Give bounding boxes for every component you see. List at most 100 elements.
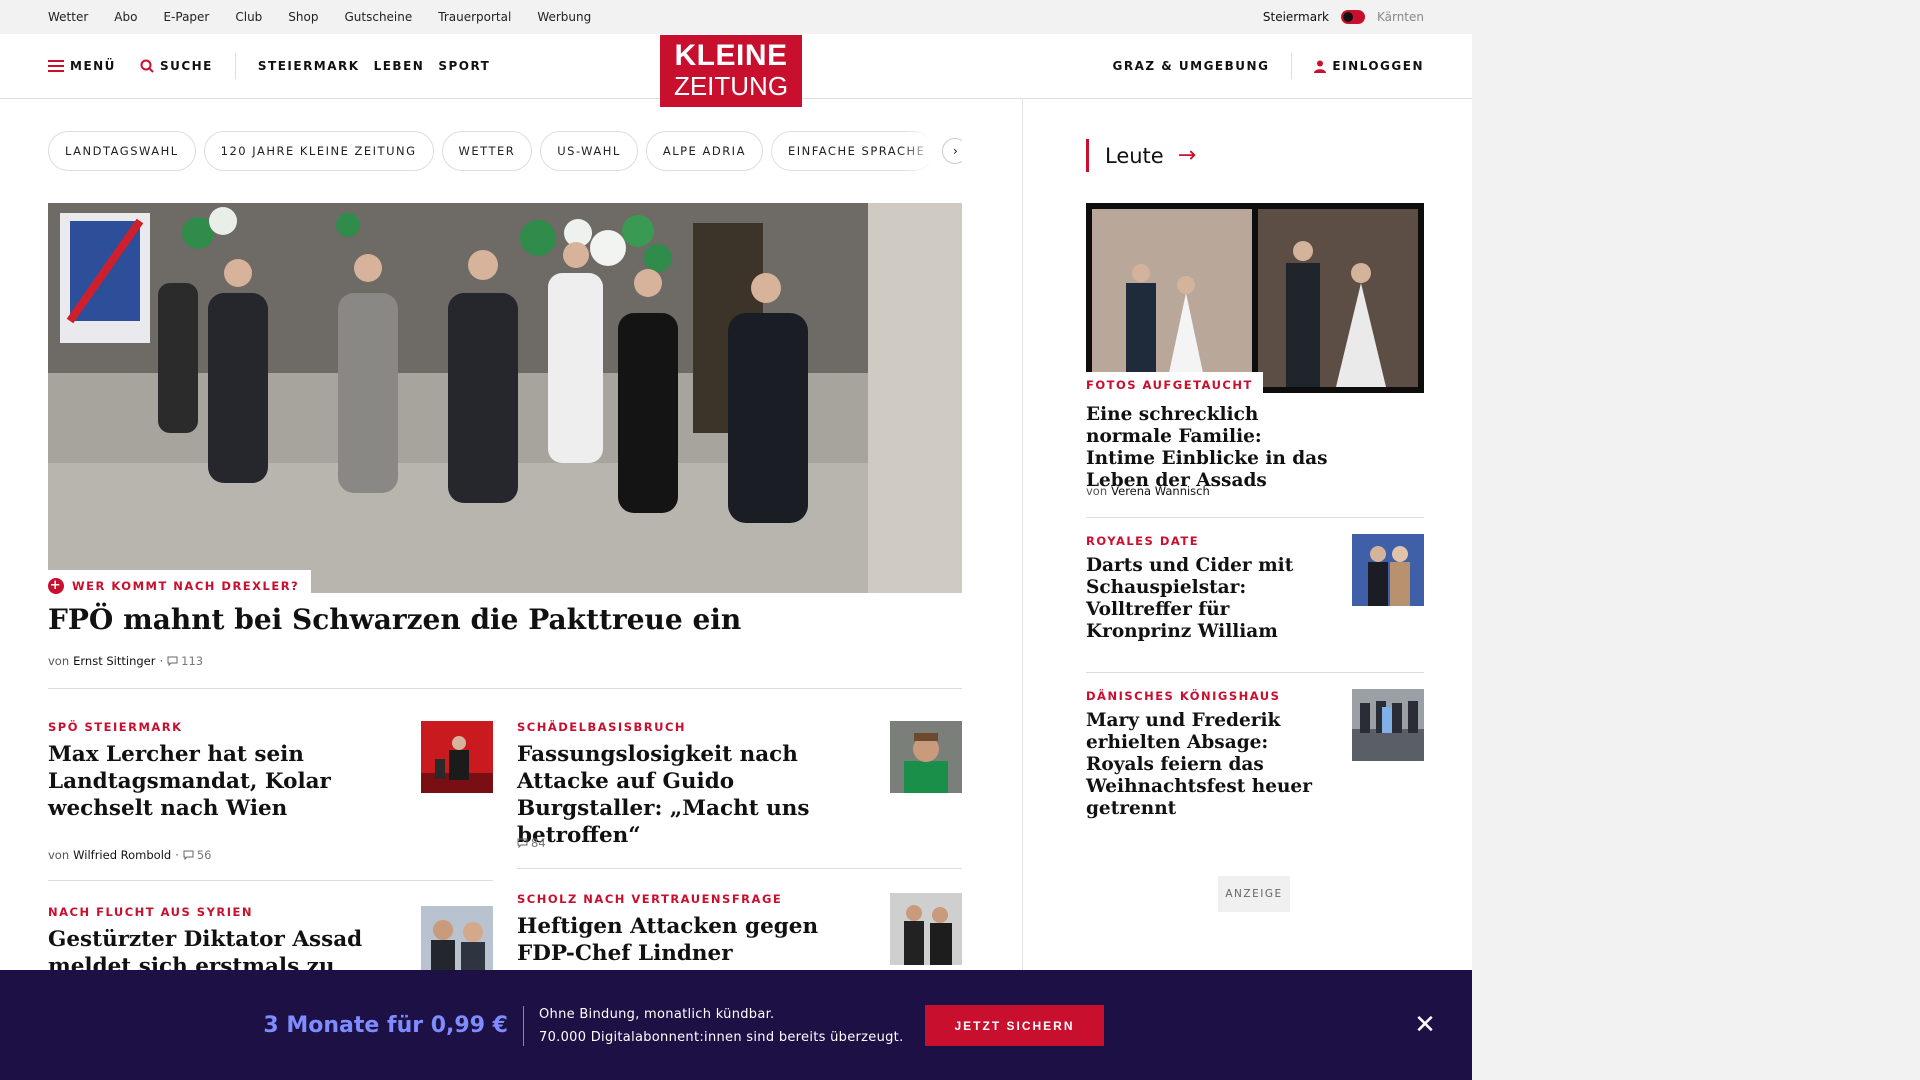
close-icon[interactable]: ✕ <box>1410 1010 1440 1040</box>
nav-sport[interactable]: SPORT <box>438 59 490 73</box>
ad-label: ANZEIGE <box>1218 876 1290 912</box>
chip-einfache-sprache[interactable]: EINFACHE SPRACHE <box>770 131 935 171</box>
leute-item-1-thumbnail[interactable] <box>1352 534 1424 606</box>
chip-alpe-adria[interactable]: ALPE ADRIA <box>645 131 763 171</box>
login-label: EINLOGGEN <box>1332 59 1424 73</box>
header-separator-right <box>1291 53 1293 79</box>
chip-120-jahre[interactable]: 120 JAHRE KLEINE ZEITUNG <box>203 131 434 171</box>
util-link-trauerportal[interactable]: Trauerportal <box>438 10 511 24</box>
menu-button[interactable]: MENÜ <box>48 59 116 73</box>
article-4-title[interactable]: Heftigen Attacken gegen FDP-Chef Lindner <box>517 913 857 967</box>
comment-icon <box>183 850 194 860</box>
search-label: SUCHE <box>159 59 213 73</box>
main-header: MENÜ SUCHE STEIERMARK LEBEN SPORT KLEINE… <box>0 34 1472 107</box>
banner-text: Ohne Bindung, monatlich kündbar. 70.000 … <box>539 1003 904 1049</box>
site-logo[interactable]: KLEINE ZEITUNG <box>660 35 802 107</box>
nav-leben[interactable]: LEBEN <box>374 59 425 73</box>
leute-main-title[interactable]: Eine schrecklich normale Familie: Intime… <box>1086 404 1336 492</box>
hero-kicker-text: WER KOMMT NACH DREXLER? <box>72 579 300 593</box>
login-button[interactable]: EINLOGGEN <box>1314 59 1424 73</box>
util-link-club[interactable]: Club <box>235 10 262 24</box>
hero-author[interactable]: Ernst Sittinger <box>73 654 155 668</box>
article-1-thumbnail[interactable] <box>421 721 493 793</box>
leute-main-image[interactable] <box>1086 203 1424 393</box>
leute-item-2-thumbnail[interactable] <box>1352 689 1424 761</box>
side-divider <box>1086 517 1424 518</box>
article-divider <box>517 868 962 869</box>
util-link-wetter[interactable]: Wetter <box>48 10 88 24</box>
article-3-thumbnail[interactable] <box>421 906 493 978</box>
leute-item-1-title[interactable]: Darts und Cider mit Schauspielstar: Voll… <box>1086 555 1336 643</box>
article-4-kicker: SCHOLZ NACH VERTRAUENSFRAGE <box>517 892 783 906</box>
leute-main-photo <box>1086 203 1424 393</box>
leute-item-2-photo <box>1352 689 1424 761</box>
page: Wetter Abo E-Paper Club Shop Gutscheine … <box>0 0 1472 1080</box>
article-2-byline: 84 <box>517 836 546 850</box>
hero-kicker[interactable]: + WER KOMMT NACH DREXLER? <box>48 570 312 602</box>
leute-item-2[interactable]: DÄNISCHES KÖNIGSHAUS Mary und Frederik e… <box>1086 689 1336 820</box>
leute-by: von <box>1086 484 1108 498</box>
side-divider <box>1086 672 1424 673</box>
region-link[interactable]: GRAZ & UMGEBUNG <box>1113 59 1270 73</box>
article-card-1[interactable]: SPÖ STEIERMARK Max Lercher hat sein Land… <box>48 720 388 822</box>
leute-section-header[interactable]: Leute → <box>1086 139 1196 172</box>
leute-item-1[interactable]: ROYALES DATE Darts und Cider mit Schausp… <box>1086 534 1336 643</box>
chip-landtagswahl[interactable]: LANDTAGSWAHL <box>48 131 196 171</box>
util-link-epaper[interactable]: E-Paper <box>163 10 209 24</box>
search-icon <box>140 59 154 73</box>
topic-chips: LANDTAGSWAHL 120 JAHRE KLEINE ZEITUNG WE… <box>48 131 962 171</box>
hero-comments-count: 113 <box>181 654 204 668</box>
hero-divider <box>48 688 962 689</box>
util-link-werbung[interactable]: Werbung <box>537 10 591 24</box>
header-left: MENÜ SUCHE STEIERMARK LEBEN SPORT <box>48 34 490 98</box>
article-2-thumbnail[interactable] <box>890 721 962 793</box>
article-4-thumbnail[interactable] <box>890 893 962 965</box>
article-1-title[interactable]: Max Lercher hat sein Landtagsmandat, Kol… <box>48 741 388 822</box>
region-steiermark[interactable]: Steiermark <box>1263 10 1329 24</box>
article-2-title[interactable]: Fassungslosigkeit nach Attacke auf Guido… <box>517 741 857 849</box>
hero-image[interactable] <box>48 203 962 593</box>
leute-item-1-kicker: ROYALES DATE <box>1086 534 1200 548</box>
main-nav: STEIERMARK LEBEN SPORT <box>258 59 490 73</box>
region-kaernten[interactable]: Kärnten <box>1377 10 1424 24</box>
article-card-2[interactable]: SCHÄDELBASISBRUCH Fassungslosigkeit nach… <box>517 720 857 849</box>
leute-main-byline: von Verena Wannisch <box>1086 484 1210 498</box>
article-1-by: von <box>48 848 70 862</box>
leute-main-author[interactable]: Verena Wannisch <box>1111 484 1210 498</box>
region-switch: Steiermark Kärnten <box>1263 0 1424 34</box>
region-toggle[interactable] <box>1340 10 1365 24</box>
util-link-abo[interactable]: Abo <box>114 10 137 24</box>
chevron-right-icon[interactable]: › <box>942 138 962 164</box>
leute-main-kicker: FOTOS AUFGETAUCHT <box>1086 372 1263 398</box>
subscribe-button[interactable]: JETZT SICHERN <box>925 1005 1104 1046</box>
banner-offer: 3 Monate für 0,99 € <box>263 1012 508 1038</box>
hero-byline: von Ernst Sittinger · 113 <box>48 654 203 668</box>
article-2-comments[interactable]: 84 <box>517 836 546 850</box>
banner-line1: Ohne Bindung, monatlich kündbar. <box>539 1007 775 1022</box>
hero-comments[interactable]: 113 <box>167 654 203 668</box>
search-button[interactable]: SUCHE <box>140 59 213 73</box>
chip-us-wahl[interactable]: US-WAHL <box>540 131 638 171</box>
article-1-author[interactable]: Wilfried Rombold <box>73 848 171 862</box>
article-1-comments[interactable]: 56 <box>183 848 212 862</box>
article-card-4[interactable]: SCHOLZ NACH VERTRAUENSFRAGE Heftigen Att… <box>517 892 857 967</box>
subscription-banner: 3 Monate für 0,99 € Ohne Bindung, monatl… <box>0 970 1472 1080</box>
hero-photo <box>48 203 962 593</box>
article-2-photo <box>890 721 962 793</box>
util-link-shop[interactable]: Shop <box>288 10 318 24</box>
util-link-gutscheine[interactable]: Gutscheine <box>344 10 412 24</box>
article-1-kicker: SPÖ STEIERMARK <box>48 720 183 734</box>
hamburger-icon <box>48 60 64 72</box>
hero-headline[interactable]: FPÖ mahnt bei Schwarzen die Pakttreue ei… <box>48 602 962 638</box>
nav-steiermark[interactable]: STEIERMARK <box>258 59 360 73</box>
byline-dot: · <box>175 848 179 862</box>
by-label: von <box>48 654 70 668</box>
article-3-photo <box>421 906 493 978</box>
leute-item-2-title[interactable]: Mary und Frederik erhielten Absage: Roya… <box>1086 710 1336 820</box>
chip-wetter[interactable]: WETTER <box>441 131 533 171</box>
header-separator <box>234 53 236 79</box>
header-right: GRAZ & UMGEBUNG EINLOGGEN <box>1113 34 1425 98</box>
article-1-photo <box>421 721 493 793</box>
byline-dot: · <box>159 654 164 668</box>
article-3-kicker: NACH FLUCHT AUS SYRIEN <box>48 905 254 919</box>
